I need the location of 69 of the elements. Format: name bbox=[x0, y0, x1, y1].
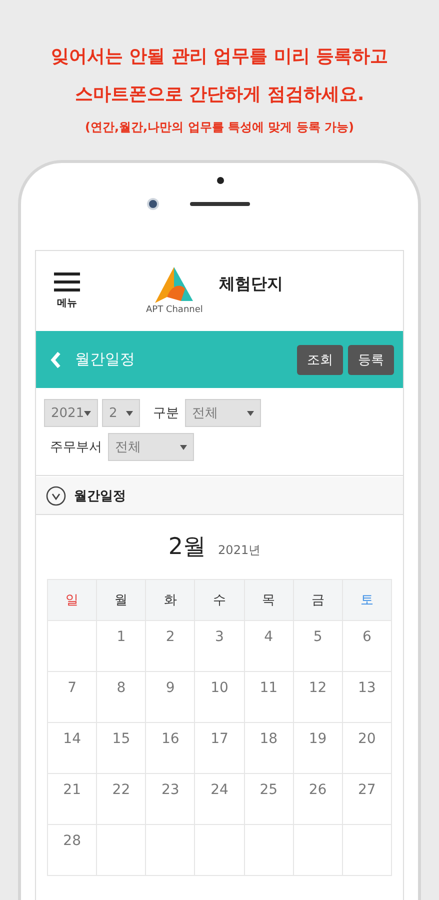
empty-cell bbox=[342, 825, 392, 876]
year-select[interactable]: 2021 bbox=[44, 399, 98, 427]
logo-text: APT Channel bbox=[146, 305, 203, 315]
weekday-header: 수 bbox=[195, 580, 245, 621]
day-cell[interactable]: 20 bbox=[342, 723, 392, 774]
day-cell[interactable]: 28 bbox=[48, 825, 98, 876]
day-cell[interactable]: 7 bbox=[48, 672, 98, 723]
day-cell[interactable]: 25 bbox=[244, 774, 294, 825]
empty-cell bbox=[294, 825, 343, 876]
empty-cell bbox=[97, 825, 146, 876]
day-cell[interactable]: 8 bbox=[97, 672, 146, 723]
day-cell[interactable]: 21 bbox=[48, 774, 98, 825]
category-label: 구분 bbox=[153, 405, 179, 422]
category-select[interactable]: 전체 bbox=[185, 399, 261, 427]
day-cell[interactable]: 27 bbox=[342, 774, 392, 825]
day-cell[interactable]: 1 bbox=[97, 621, 146, 672]
caret-icon bbox=[247, 410, 254, 416]
caret-icon bbox=[126, 410, 133, 416]
day-cell[interactable]: 19 bbox=[294, 723, 343, 774]
weekday-header: 화 bbox=[146, 580, 196, 621]
day-cell[interactable]: 23 bbox=[146, 774, 196, 825]
month-select[interactable]: 2 bbox=[102, 399, 140, 427]
menu-icon bbox=[54, 272, 80, 292]
day-cell[interactable]: 12 bbox=[294, 672, 343, 723]
weekday-header: 일 bbox=[48, 580, 98, 621]
department-select[interactable]: 전체 bbox=[108, 433, 194, 461]
camera-icon bbox=[147, 198, 159, 210]
day-cell[interactable]: 16 bbox=[146, 723, 196, 774]
day-cell[interactable]: 3 bbox=[195, 621, 245, 672]
day-cell[interactable]: 9 bbox=[146, 672, 196, 723]
day-cell[interactable]: 5 bbox=[294, 621, 343, 672]
day-cell[interactable]: 14 bbox=[48, 723, 98, 774]
sensor-icon bbox=[217, 177, 224, 184]
empty-cell bbox=[195, 825, 245, 876]
day-cell[interactable]: 4 bbox=[244, 621, 294, 672]
day-cell[interactable]: 11 bbox=[244, 672, 294, 723]
day-cell[interactable]: 26 bbox=[294, 774, 343, 825]
headline-text: 잊어서는 안될 관리 업무를 미리 등록하고 bbox=[50, 45, 388, 69]
page-title: 월간일정 bbox=[75, 350, 136, 369]
day-cell[interactable]: 13 bbox=[342, 672, 392, 723]
menu-button[interactable]: 메뉴 bbox=[52, 272, 82, 310]
headline-text: 스마트폰으로 간단하게 점검하세요. bbox=[74, 83, 364, 107]
weekday-header: 금 bbox=[294, 580, 343, 621]
section-header[interactable]: 월간일정 bbox=[36, 477, 403, 515]
complex-title: 체험단지 bbox=[218, 274, 283, 294]
day-cell[interactable]: 24 bbox=[195, 774, 245, 825]
day-cell[interactable]: 17 bbox=[195, 723, 245, 774]
empty-cell bbox=[244, 825, 294, 876]
weekday-header: 목 bbox=[244, 580, 294, 621]
weekday-header: 월 bbox=[97, 580, 146, 621]
empty-cell bbox=[146, 825, 196, 876]
day-cell[interactable]: 15 bbox=[97, 723, 146, 774]
day-cell[interactable]: 2 bbox=[146, 621, 196, 672]
back-icon[interactable] bbox=[50, 350, 61, 368]
day-cell[interactable]: 22 bbox=[97, 774, 146, 825]
search-button[interactable]: 조회 bbox=[297, 344, 343, 374]
caret-icon bbox=[84, 410, 92, 416]
day-cell[interactable]: 6 bbox=[342, 621, 392, 672]
day-cell[interactable]: 10 bbox=[195, 672, 245, 723]
year-label: 2021년 bbox=[218, 542, 261, 559]
caret-icon bbox=[180, 444, 187, 450]
department-label: 주무부서 bbox=[50, 439, 102, 456]
day-cell[interactable]: 18 bbox=[244, 723, 294, 774]
month-title: 2월 bbox=[168, 533, 206, 562]
logo-icon bbox=[155, 267, 194, 303]
register-button[interactable]: 등록 bbox=[348, 344, 394, 374]
weekday-header: 토 bbox=[342, 580, 392, 621]
headline-note: (연간,월간,나만의 업무를 특성에 맞게 등록 가능) bbox=[85, 119, 354, 136]
speaker-icon bbox=[190, 202, 250, 206]
